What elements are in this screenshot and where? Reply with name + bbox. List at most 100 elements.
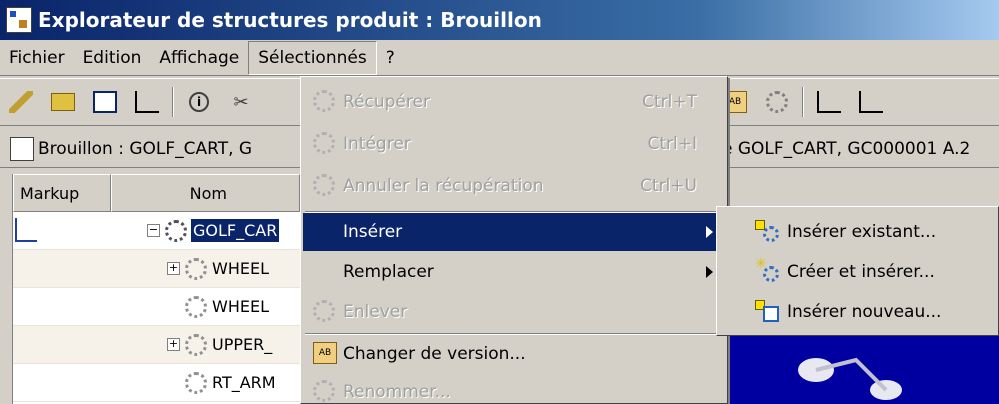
name-cell: RT_ARM: [111, 364, 300, 402]
inserer-submenu: Insérer existant... ✳ Créer et insérer..…: [716, 206, 999, 336]
document-title-left: Brouillon : GOLF_CART, G: [38, 138, 253, 159]
table-row[interactable]: RT_ARM: [13, 364, 300, 402]
document-icon: [10, 136, 34, 161]
tree-icon: [135, 91, 159, 113]
row-label: WHEEL: [212, 297, 269, 316]
name-cell: + UPPER_: [111, 326, 300, 364]
structure-grid: Markup Nom − GOLF_CAR + WHEEL WHEEL + UP…: [12, 174, 300, 404]
menu-item-renommer[interactable]: Renommer...: [303, 373, 725, 404]
integrate-icon: [313, 132, 339, 156]
gear-icon: [766, 91, 788, 113]
menu-item-label: Insérer existant...: [787, 222, 937, 242]
menu-affichage[interactable]: Affichage: [150, 41, 248, 75]
menu-item-enlever[interactable]: Enlever: [303, 293, 725, 331]
structure-icon: [817, 91, 841, 113]
name-cell: + WHEEL: [111, 250, 300, 288]
column-header-nom[interactable]: Nom: [110, 174, 300, 212]
markup-cell: [13, 212, 111, 250]
table-row[interactable]: WHEEL: [13, 288, 300, 326]
markup-cell: [13, 288, 111, 326]
menu-item-label: Changer de version...: [343, 344, 526, 364]
part-icon: [185, 371, 207, 394]
menu-item-inserer-existant[interactable]: Insérer existant...: [721, 213, 993, 251]
grid-header: Markup Nom: [13, 174, 300, 212]
column-header-markup[interactable]: Markup: [13, 174, 111, 212]
table-row[interactable]: + UPPER_: [13, 326, 300, 364]
selectionnes-menu: Récupérer Ctrl+T Intégrer Ctrl+I Annuler…: [300, 76, 728, 404]
row-label: RT_ARM: [212, 373, 276, 392]
undo-retrieve-icon: [313, 174, 339, 198]
table-row[interactable]: − GOLF_CAR: [13, 212, 300, 250]
info-icon: i: [189, 92, 209, 112]
tree-button[interactable]: [130, 85, 164, 119]
menu-item-label: Enlever: [343, 302, 408, 322]
remove-icon: [313, 300, 339, 324]
expand-icon: [859, 91, 883, 113]
menu-item-label: Renommer...: [343, 382, 451, 402]
expand-button[interactable]: [854, 85, 888, 119]
menu-help[interactable]: ?: [377, 41, 404, 75]
menu-item-shortcut: Ctrl+I: [647, 134, 697, 154]
window-icon: [93, 91, 117, 113]
version-icon: AB: [313, 342, 337, 364]
edit-button[interactable]: [4, 85, 38, 119]
menu-item-inserer[interactable]: Insérer: [303, 213, 725, 251]
retrieve-icon: [313, 90, 339, 114]
menu-item-label: Remplacer: [343, 262, 434, 282]
window-button[interactable]: [88, 85, 122, 119]
menu-item-changer-version[interactable]: AB Changer de version...: [303, 335, 725, 373]
menu-selectionnes[interactable]: Sélectionnés: [248, 40, 377, 75]
menu-edition[interactable]: Edition: [74, 41, 151, 75]
name-cell: WHEEL: [111, 288, 300, 326]
menu-item-inserer-nouveau[interactable]: Insérer nouveau...: [721, 293, 993, 331]
3d-viewer[interactable]: [716, 330, 999, 404]
expand-icon[interactable]: +: [167, 262, 180, 275]
markup-cell: [13, 326, 111, 364]
collapse-icon[interactable]: −: [147, 224, 160, 237]
cut-button[interactable]: ✂: [224, 85, 258, 119]
menu-bar: Fichier Edition Affichage Sélectionnés ?: [0, 40, 999, 76]
part-icon: [185, 257, 207, 280]
menu-item-label: Intégrer: [343, 134, 411, 154]
gear-button-2[interactable]: [760, 85, 794, 119]
menu-item-remplacer[interactable]: Remplacer: [303, 253, 725, 291]
menu-item-shortcut: Ctrl+U: [640, 176, 697, 196]
row-label: WHEEL: [212, 259, 269, 278]
part-icon: [185, 333, 207, 356]
markup-icon: [15, 217, 37, 242]
markup-cell: [13, 364, 111, 402]
row-label: GOLF_CAR: [191, 219, 280, 242]
app-icon[interactable]: [6, 7, 32, 33]
submenu-arrow-icon: [706, 266, 713, 278]
scissors-icon: ✂: [233, 91, 249, 113]
menu-item-integrer[interactable]: Intégrer Ctrl+I: [303, 125, 725, 163]
menu-item-shortcut: Ctrl+T: [642, 92, 697, 112]
toolbar-separator: [802, 87, 804, 117]
menu-item-annuler-recuperation[interactable]: Annuler la récupération Ctrl+U: [303, 167, 725, 205]
row-label: UPPER_: [212, 335, 273, 354]
rename-icon: [313, 380, 339, 404]
menu-item-label: Récupérer: [343, 92, 430, 112]
part-icon: [185, 295, 207, 318]
menu-item-creer-inserer[interactable]: ✳ Créer et insérer...: [721, 253, 993, 291]
insert-new-icon: [755, 300, 781, 324]
window-title: Explorateur de structures produit : Brou…: [38, 8, 542, 32]
menu-item-label: Insérer: [343, 222, 403, 242]
expand-icon[interactable]: +: [167, 338, 180, 351]
model-preview-icon: [798, 357, 902, 400]
table-row[interactable]: + WHEEL: [13, 250, 300, 288]
open-button[interactable]: [46, 85, 80, 119]
submenu-arrow-icon: [706, 226, 713, 238]
menu-item-recuperer[interactable]: Récupérer Ctrl+T: [303, 83, 725, 121]
markup-cell: [13, 250, 111, 288]
folder-icon: [51, 93, 75, 111]
create-insert-icon: ✳: [755, 256, 781, 284]
name-cell: − GOLF_CAR: [111, 212, 300, 250]
menu-fichier[interactable]: Fichier: [0, 41, 74, 75]
toolbar-separator: [172, 87, 174, 117]
structure-button[interactable]: [812, 85, 846, 119]
info-button[interactable]: i: [182, 85, 216, 119]
assembly-icon: [165, 219, 187, 242]
menu-item-label: Créer et insérer...: [787, 262, 935, 282]
pencil-icon: [9, 91, 33, 113]
